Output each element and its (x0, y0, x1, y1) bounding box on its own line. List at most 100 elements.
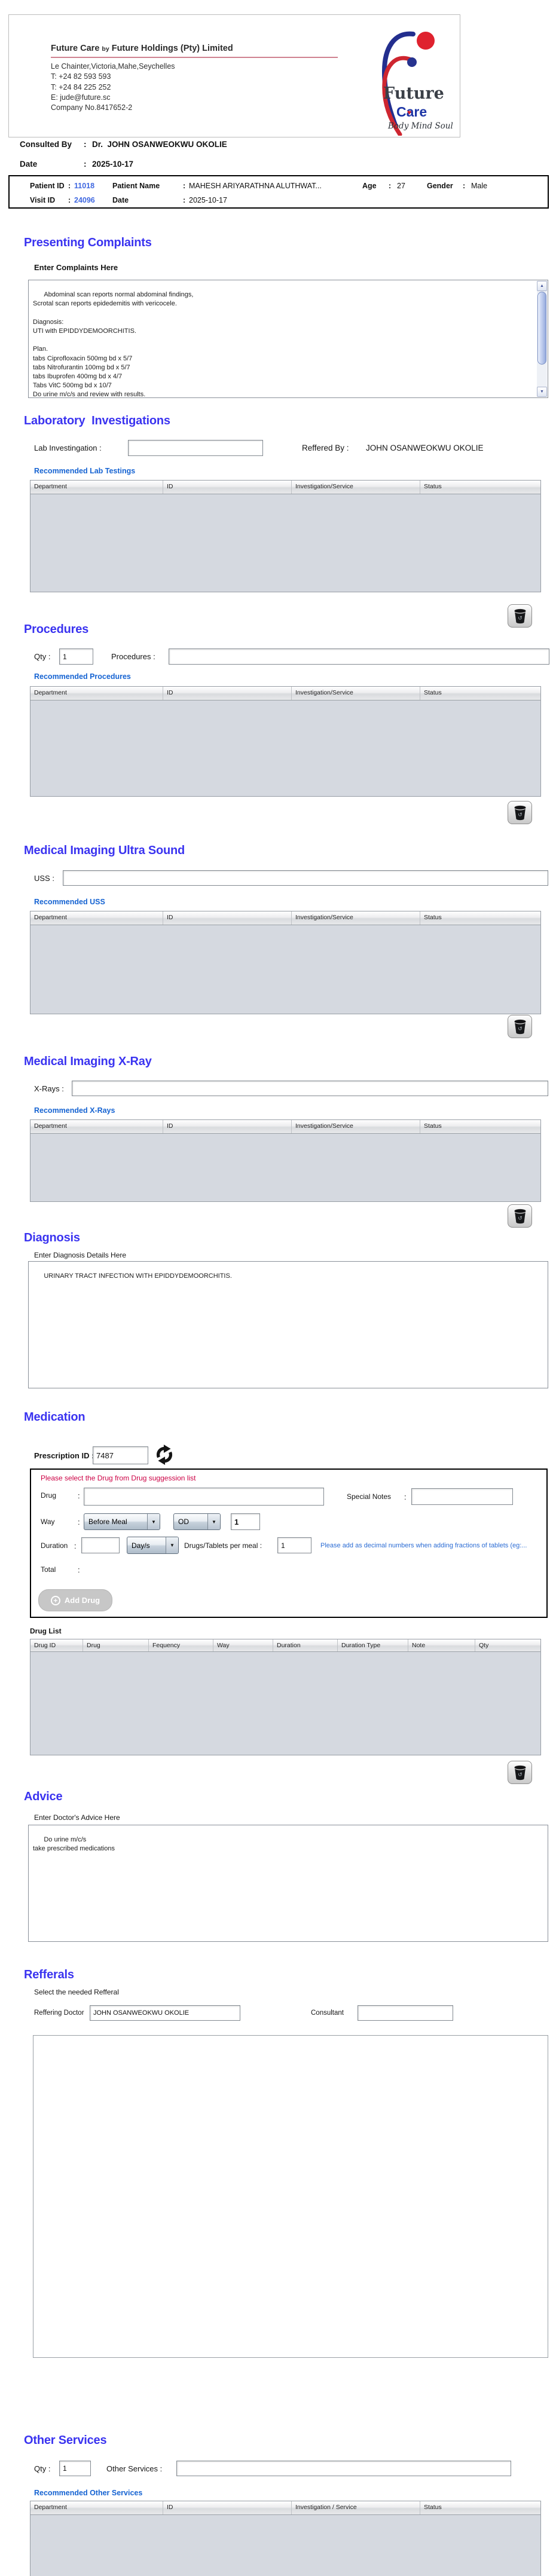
col-id: ID (163, 1120, 292, 1133)
trash-icon: ↺ (514, 1765, 526, 1780)
drug-label: Drug (41, 1491, 57, 1500)
company-title-by: by (102, 45, 109, 53)
uss-table: Department ID Investigation/Service Stat… (30, 911, 541, 1014)
col-status: Status (424, 2504, 442, 2511)
special-notes-input[interactable] (411, 1488, 513, 1505)
col-department: Department (30, 2501, 163, 2514)
xray-input[interactable] (72, 1081, 548, 1096)
address-line: Company No.8417652-2 (51, 103, 133, 112)
colon: : (183, 182, 186, 190)
frequency-value: OD (178, 1518, 189, 1526)
address-line: Le Chainter,Victoria,Mahe,Seychelles (51, 62, 175, 71)
xray-table-body (30, 1134, 540, 1201)
other-qty-label: Qty : (34, 2464, 51, 2473)
other-table-body (30, 2515, 540, 2576)
section-medication: Medication Prescription ID : Please sele… (0, 1411, 556, 1790)
procedures-qty-input[interactable] (59, 648, 93, 665)
patient-id-label: Patient ID (30, 182, 65, 190)
col-investigation: Investigation/Service (292, 687, 420, 700)
refferal-list-box[interactable] (33, 2035, 548, 2358)
recommended-procedures-label: Recommended Procedures (34, 672, 131, 681)
enter-diagnosis-label: Enter Diagnosis Details Here (34, 1251, 127, 1259)
dropdown-arrow-icon: ▼ (166, 1537, 178, 1553)
per-meal-input[interactable] (277, 1537, 311, 1553)
select-refferal-label: Select the needed Refferal (34, 1988, 119, 1996)
diagnosis-textarea[interactable]: URINARY TRACT INFECTION WITH EPIDDYDEMOO… (28, 1261, 548, 1388)
svg-text:↺: ↺ (518, 1772, 523, 1777)
decimal-note: Please add as decimal numbers when addin… (320, 1542, 527, 1549)
col-department: Department (30, 481, 163, 494)
other-qty-input[interactable] (59, 2461, 91, 2476)
age-value: 27 (397, 182, 405, 190)
prescription-id-label: Prescription ID : (34, 1451, 94, 1460)
enter-complaints-label: Enter Complaints Here (34, 263, 118, 272)
drug-suggestion-warning: Please select the Drug from Drug suggess… (41, 1474, 196, 1482)
consultation-page: Future Care by Future Holdings (Pty) Lim… (0, 0, 556, 2576)
uss-title: Medical Imaging Ultra Sound (24, 844, 185, 857)
reffering-doctor-input[interactable] (90, 2005, 240, 2021)
recommended-other-services-label: Recommended Other Services (34, 2489, 143, 2497)
col-department: Department (30, 1120, 163, 1133)
company-title-main: Future Care (51, 44, 100, 53)
scrollbar-down-icon[interactable]: ▼ (537, 387, 547, 397)
procedures-table-body (30, 700, 540, 796)
way-label: Way (41, 1518, 55, 1526)
col-status: Status (424, 1122, 442, 1130)
drug-list-delete-button[interactable]: ↺ (508, 1761, 532, 1784)
way-qty-input[interactable] (231, 1513, 260, 1530)
col-qty: Qty (479, 1642, 489, 1649)
uss-table-header: Department ID Investigation/Service Stat… (30, 911, 540, 925)
recommended-lab-testings-label: Recommended Lab Testings (34, 467, 136, 475)
recommended-uss-label: Recommended USS (34, 898, 105, 906)
other-services-input[interactable] (176, 2461, 511, 2476)
lab-table-header: Department ID Investigation/Service Stat… (30, 481, 540, 494)
add-drug-button[interactable]: + Add Drug (38, 1589, 112, 1611)
drug-input[interactable] (84, 1488, 324, 1506)
complaints-scrollbar[interactable]: ▲ ▼ (537, 281, 547, 397)
visit-id-label: Visit ID (30, 196, 56, 204)
duration-unit-select[interactable]: Day/s ▼ (127, 1537, 179, 1554)
colon: : (78, 1518, 80, 1526)
advice-textarea[interactable]: Do urine m/c/s take prescribed medicatio… (28, 1825, 548, 1942)
consultant-label: Consultant (311, 2009, 344, 2017)
colon: : (68, 182, 71, 190)
patient-name-label: Patient Name (112, 182, 160, 190)
procedures-input[interactable] (169, 648, 549, 665)
procedures-delete-button[interactable]: ↺ (508, 801, 532, 824)
meal-time-select[interactable]: Before Meal ▼ (84, 1513, 160, 1530)
consulted-by-label: Consulted By (20, 140, 72, 149)
future-care-logo: Future Care ♥ Body Mind Soul (381, 31, 453, 136)
xray-delete-button[interactable]: ↺ (508, 1204, 532, 1228)
uss-delete-button[interactable]: ↺ (508, 1015, 532, 1038)
company-title: Future Care by Future Holdings (Pty) Lim… (51, 44, 233, 53)
trash-icon: ↺ (514, 805, 526, 820)
consult-date-value: 2025-10-17 (92, 160, 134, 169)
section-diagnosis: Diagnosis Enter Diagnosis Details Here U… (0, 1231, 556, 1393)
duration-input[interactable] (81, 1537, 120, 1553)
gender-label: Gender (427, 182, 453, 190)
colon: : (84, 160, 87, 169)
scrollbar-thumb[interactable] (537, 292, 546, 365)
col-department: Department (30, 687, 163, 700)
col-id: ID (163, 2501, 292, 2514)
advice-title: Advice (24, 1790, 63, 1803)
complaints-textarea[interactable]: Abdominal scan reports normal abdominal … (28, 280, 548, 398)
col-status: Status (424, 483, 442, 490)
prescription-id-input[interactable] (93, 1446, 148, 1464)
frequency-select[interactable]: OD ▼ (173, 1513, 221, 1530)
lab-investigation-input[interactable] (128, 440, 263, 456)
colon: : (78, 1491, 80, 1500)
col-id: ID (163, 911, 292, 925)
presenting-complaints-title: Presenting Complaints (24, 236, 152, 249)
colon: : (84, 140, 87, 149)
address-line: T: +24 84 225 252 (51, 82, 111, 91)
diagnosis-title: Diagnosis (24, 1231, 80, 1244)
scrollbar-up-icon[interactable]: ▲ (537, 281, 547, 291)
uss-input[interactable] (63, 870, 548, 886)
col-investigation: Investigation/Service (292, 481, 420, 494)
age-label: Age (362, 182, 377, 190)
drug-list-table: Drug ID Drug Fequency Way Duration Durat… (30, 1639, 541, 1755)
prescription-refresh-button[interactable] (154, 1444, 175, 1466)
visit-date-label: Date (112, 196, 129, 204)
consultant-input[interactable] (358, 2005, 453, 2021)
